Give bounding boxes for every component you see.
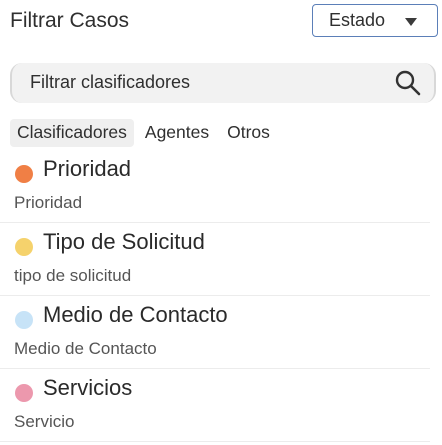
classifier-item-prioridad[interactable]: Prioridad Prioridad: [0, 150, 430, 223]
header-bar: Filtrar Casos Estado: [0, 0, 442, 46]
classifier-title: Prioridad: [43, 156, 132, 181]
classifier-title: Servicios: [43, 375, 133, 400]
state-dropdown[interactable]: Estado: [312, 4, 438, 37]
color-dot-icon: [15, 384, 33, 402]
filter-tabs: Clasificadores Agentes Otros: [10, 119, 281, 147]
classifier-subtitle: Medio de Contacto: [14, 339, 157, 358]
classifier-subtitle: tipo de solicitud: [14, 266, 132, 285]
state-dropdown-label: Estado: [329, 10, 386, 30]
page-title: Filtrar Casos: [10, 9, 130, 32]
tab-clasificadores[interactable]: Clasificadores: [10, 119, 134, 147]
color-dot-icon: [15, 311, 33, 329]
classifier-subtitle: Servicio: [14, 412, 75, 431]
search-input[interactable]: Filtrar clasificadores: [30, 72, 190, 93]
classifier-item-medio-de-contacto[interactable]: Medio de Contacto Medio de Contacto: [0, 296, 430, 369]
search-icon[interactable]: [394, 69, 422, 97]
classifier-title: Medio de Contacto: [43, 302, 228, 327]
tab-otros[interactable]: Otros: [220, 119, 277, 147]
classifier-item-servicios[interactable]: Servicios Servicio: [0, 369, 430, 442]
classifier-title: Tipo de Solicitud: [43, 229, 205, 254]
classifier-list: Prioridad Prioridad Tipo de Solicitud ti…: [0, 150, 442, 442]
color-dot-icon: [15, 165, 33, 183]
caret-down-icon: [405, 18, 417, 26]
color-dot-icon: [15, 238, 33, 256]
tab-agentes[interactable]: Agentes: [138, 119, 216, 147]
classifier-search-bar[interactable]: Filtrar clasificadores: [10, 63, 436, 103]
classifier-item-tipo-de-solicitud[interactable]: Tipo de Solicitud tipo de solicitud: [0, 223, 430, 296]
classifier-subtitle: Prioridad: [14, 193, 83, 212]
